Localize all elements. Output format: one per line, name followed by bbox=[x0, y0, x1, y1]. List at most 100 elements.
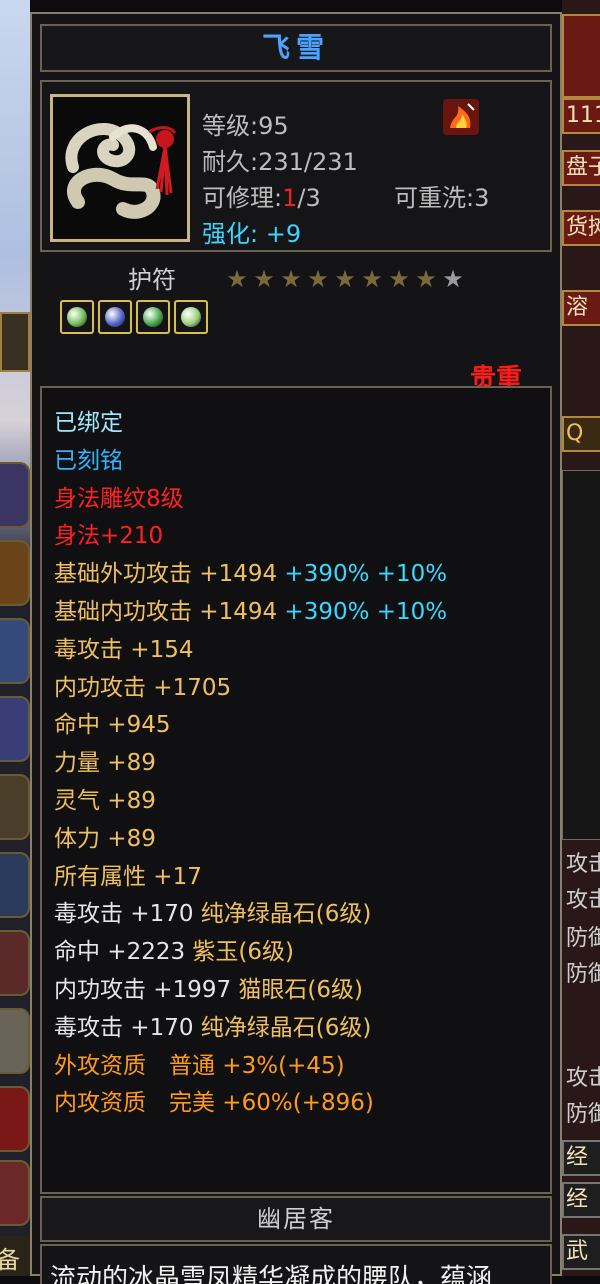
inventory-slot[interactable] bbox=[0, 462, 30, 528]
stat-gem-source: 紫玉(6级) bbox=[185, 939, 295, 966]
stat-line: 内功攻击 +1705 bbox=[54, 671, 231, 705]
right-button[interactable]: 货摊 bbox=[562, 210, 600, 246]
right-button-label: 经 bbox=[566, 1145, 589, 1170]
right-button-label: 货摊 bbox=[566, 215, 600, 240]
stat-line: 外攻资质 普通 +3%(+45) bbox=[54, 1049, 345, 1083]
stat-label: 内攻资质 bbox=[54, 1090, 146, 1117]
inventory-slot[interactable] bbox=[0, 774, 30, 840]
stat-value: +170 bbox=[123, 1014, 194, 1041]
stat-value: +1997 bbox=[146, 977, 232, 1003]
item-rewash: 可重洗:3 bbox=[394, 184, 490, 212]
stat-value: +1494 bbox=[192, 599, 278, 625]
stats-panel: 已绑定 已刻铭 身法雕纹8级 身法+210 基础外功攻击 +1494 +390% +10… bbox=[40, 386, 552, 1194]
right-stat-label: 攻击 bbox=[566, 852, 600, 877]
inventory-slot[interactable] bbox=[0, 1160, 30, 1226]
right-button[interactable]: 经 bbox=[562, 1182, 600, 1218]
stat-line: 基础内功攻击 +1494 +390% +10% bbox=[54, 595, 447, 629]
inventory-slot[interactable] bbox=[0, 852, 30, 918]
right-button-label: 武 bbox=[566, 1239, 589, 1264]
stat-label: 命中 bbox=[54, 712, 100, 739]
stat-value: +3%(+45) bbox=[215, 1052, 345, 1079]
stat-gem-source: 猫眼石(6级) bbox=[231, 977, 364, 1003]
right-stat-label: 攻击 bbox=[566, 1066, 600, 1091]
left-frame-ornament bbox=[0, 312, 30, 372]
stat-value: +1494 bbox=[192, 561, 278, 588]
stat-label: 内功攻击 bbox=[54, 674, 146, 701]
stat-line: 毒攻击 +170 纯净绿晶石(6级) bbox=[54, 897, 371, 931]
inventory-slot[interactable] bbox=[0, 1086, 30, 1152]
stat-value: +945 bbox=[100, 712, 171, 739]
item-summary: 等级:95 耐久:231/231 可修理:1/3 可重洗:3 强化: +9 bbox=[40, 80, 552, 252]
item-enhance: 强化: +9 bbox=[202, 214, 301, 249]
stat-line: 内功攻击 +1997 猫眼石(6级) bbox=[54, 973, 363, 1007]
item-title-bar: 飞雪 bbox=[40, 24, 552, 72]
flame-emblem-icon bbox=[443, 99, 479, 135]
item-repair: 可修理:1/3 bbox=[202, 178, 321, 213]
stat-label: 内功攻击 bbox=[54, 977, 146, 1003]
right-button[interactable]: 111 bbox=[562, 98, 600, 134]
left-bottom-tab[interactable]: 备 bbox=[0, 1236, 30, 1276]
stat-text: 已刻铭 bbox=[54, 447, 123, 474]
item-name: 飞雪 bbox=[261, 31, 330, 64]
stat-label: 灵气 bbox=[54, 788, 100, 814]
gem-socket-icon[interactable] bbox=[60, 300, 94, 334]
item-description: 流动的冰晶雪凤精华凝成的腰队，蕴涵 bbox=[50, 1264, 493, 1284]
star-filled-icon: ★ bbox=[226, 265, 248, 293]
right-button-label: 盘子 bbox=[566, 155, 600, 180]
inventory-slot[interactable] bbox=[0, 696, 30, 762]
stat-quality: 完美 bbox=[146, 1090, 215, 1117]
stat-line: 力量 +89 bbox=[54, 746, 156, 780]
stat-label: 所有属性 bbox=[54, 863, 146, 890]
repair-current: 1 bbox=[282, 184, 298, 212]
left-background-panel: 备 bbox=[0, 0, 30, 1276]
stat-line: 灵气 +89 bbox=[54, 784, 156, 818]
item-tooltip: 飞雪 等级:95 耐久:231/231 可修理:1/3 可重洗:3 强化: +9 bbox=[30, 12, 562, 1284]
star-filled-icon: ★ bbox=[253, 265, 275, 293]
inventory-slot[interactable] bbox=[0, 1008, 30, 1074]
right-stat-label: 防御 bbox=[566, 926, 600, 951]
gem-socket-icon[interactable] bbox=[174, 300, 208, 334]
stat-gem-source: 纯净绿晶石(6级) bbox=[193, 1014, 372, 1041]
gem-socket-icon[interactable] bbox=[98, 300, 132, 334]
stat-line: 已刻铭 bbox=[54, 444, 123, 478]
item-icon bbox=[50, 94, 190, 242]
stat-value: +154 bbox=[123, 636, 194, 663]
stat-line: 命中 +945 bbox=[54, 708, 170, 742]
right-button[interactable]: 溶 bbox=[562, 290, 600, 326]
stat-label: 基础外功攻击 bbox=[54, 561, 192, 588]
stat-value: +89 bbox=[100, 825, 156, 852]
right-info-panel bbox=[562, 470, 600, 840]
stat-label: 毒攻击 bbox=[54, 636, 123, 663]
repair-max: /3 bbox=[297, 184, 321, 212]
inventory-slot[interactable] bbox=[0, 930, 30, 996]
right-stat-label: 防御 bbox=[566, 962, 600, 987]
right-button[interactable]: 盘子 bbox=[562, 150, 600, 186]
description-box: 流动的冰晶雪凤精华凝成的腰队，蕴涵 bbox=[40, 1244, 552, 1284]
star-filled-icon: ★ bbox=[361, 265, 383, 293]
stat-value: +17 bbox=[146, 863, 202, 890]
stat-line: 内攻资质 完美 +60%(+896) bbox=[54, 1086, 374, 1120]
stat-label: 外攻资质 bbox=[54, 1052, 146, 1079]
left-bottom-label: 备 bbox=[0, 1246, 20, 1274]
stat-label: 基础内功攻击 bbox=[54, 599, 192, 625]
author-bar: 幽居客 bbox=[40, 1196, 552, 1242]
right-button[interactable]: 经 bbox=[562, 1140, 600, 1176]
gem-socket-icon[interactable] bbox=[136, 300, 170, 334]
right-button[interactable]: Q bbox=[562, 416, 600, 452]
right-background-panel: 111 盘子 货摊 溶 Q 攻击 攻击 防御 防御 攻击 防御 经 经 武 bbox=[562, 0, 600, 1276]
right-button[interactable]: 武 bbox=[562, 1234, 600, 1270]
stat-line: 所有属性 +17 bbox=[54, 860, 202, 894]
inventory-slot[interactable] bbox=[0, 540, 30, 606]
stat-label: 力量 bbox=[54, 750, 100, 777]
stat-label: 命中 bbox=[54, 939, 100, 966]
stat-line: 毒攻击 +154 bbox=[54, 633, 193, 667]
stat-gem-source: 纯净绿晶石(6级) bbox=[193, 901, 372, 928]
inventory-slot[interactable] bbox=[0, 618, 30, 684]
stat-label: 毒攻击 bbox=[54, 901, 123, 928]
stat-line: 身法雕纹8级 bbox=[54, 482, 184, 516]
stat-line: 已绑定 bbox=[54, 406, 123, 440]
stat-bonus: +390% +10% bbox=[277, 599, 448, 625]
star-filled-icon: ★ bbox=[280, 265, 302, 293]
stat-line: 毒攻击 +170 纯净绿晶石(6级) bbox=[54, 1011, 371, 1045]
repair-label: 可修理: bbox=[202, 184, 283, 212]
